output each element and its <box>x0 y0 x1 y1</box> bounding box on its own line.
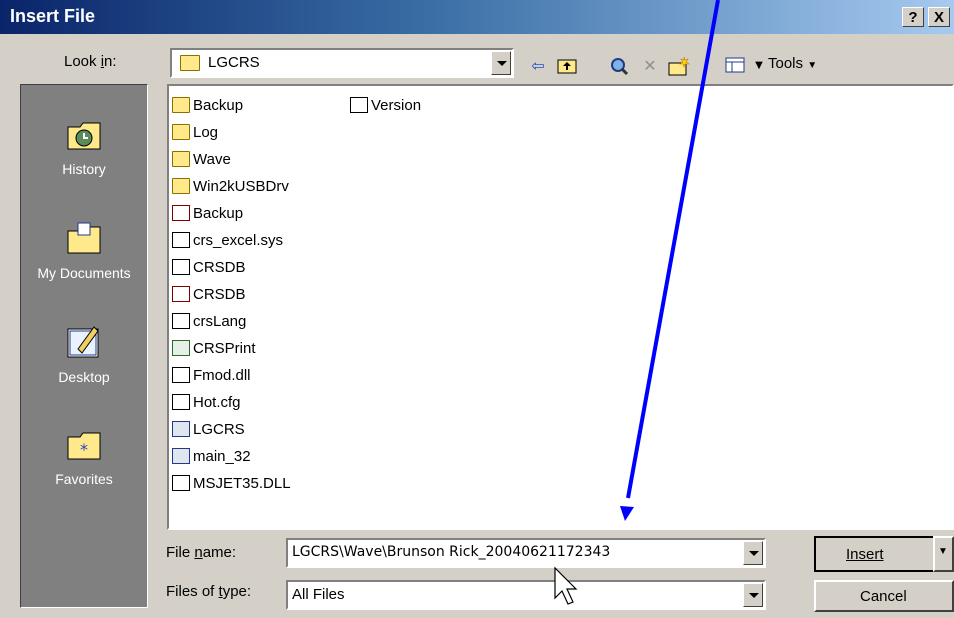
file-name: Wave <box>193 150 231 168</box>
look-in-label: Look in: <box>64 53 117 70</box>
file-name: Fmod.dll <box>193 366 251 384</box>
cancel-label: Cancel <box>860 588 907 605</box>
look-in-value: LGCRS <box>208 54 260 71</box>
data-file-icon <box>172 394 190 410</box>
setup-icon <box>172 340 190 356</box>
file-name: crsLang <box>193 312 247 330</box>
system-file-icon <box>172 367 190 383</box>
list-item[interactable]: CRSPrint <box>172 337 256 359</box>
file-name: Version <box>371 96 422 114</box>
delete-icon[interactable]: ✕ <box>639 56 661 76</box>
create-new-folder-icon[interactable] <box>668 56 690 76</box>
access-db-icon <box>172 286 190 302</box>
list-item[interactable]: Hot.cfg <box>172 391 241 413</box>
place-label: History <box>62 161 106 177</box>
list-item[interactable]: Wave <box>172 148 231 170</box>
list-item[interactable]: crs_excel.sys <box>172 229 283 251</box>
list-item[interactable]: Backup <box>172 94 243 116</box>
file-name: CRSPrint <box>193 339 256 357</box>
data-file-icon <box>172 259 190 275</box>
svg-text:*: * <box>80 440 88 459</box>
insert-options-button[interactable]: ▼ <box>933 536 954 572</box>
tools-chevron-icon: ▼ <box>807 60 818 71</box>
views-dropdown-icon[interactable]: ▼ <box>748 56 770 76</box>
insert-file-dialog: Insert File ? X Look in: LGCRS ⇦ ✕ ▼ Too… <box>0 0 954 618</box>
file-name: CRSDB <box>193 258 246 276</box>
place-label: Desktop <box>58 369 110 385</box>
place-history[interactable]: History <box>21 113 147 177</box>
file-name: Backup <box>193 96 244 114</box>
system-file-icon <box>172 475 190 491</box>
list-item[interactable]: main_32 <box>172 445 251 467</box>
file-name: Log <box>193 123 219 141</box>
tools-label: Tools <box>768 55 804 72</box>
favorites-icon: * <box>67 432 101 460</box>
back-arrow-icon[interactable]: ⇦ <box>527 56 549 76</box>
insert-button[interactable]: Insert <box>814 536 936 572</box>
folder-icon <box>172 151 190 167</box>
tools-menu[interactable]: Tools ▼ <box>768 55 817 72</box>
list-item[interactable]: crsLang <box>172 310 246 332</box>
list-item[interactable]: Win2kUSBDrv <box>172 175 289 197</box>
application-icon <box>172 448 190 464</box>
list-item[interactable]: CRSDB <box>172 256 246 278</box>
close-button[interactable]: X <box>928 7 950 27</box>
help-button[interactable]: ? <box>902 7 924 27</box>
list-item[interactable]: CRSDB <box>172 283 246 305</box>
file-name: Backup <box>193 204 244 222</box>
dialog-title: Insert File <box>10 6 96 26</box>
file-list[interactable]: Backup Log Wave Win2kUSBDrv Backup crs_e… <box>167 84 954 530</box>
desktop-icon <box>67 326 99 358</box>
text-file-icon <box>172 313 190 329</box>
file-name: main_32 <box>193 447 251 465</box>
insert-label: Insert <box>846 546 884 563</box>
file-name: LGCRS <box>193 420 245 438</box>
place-favorites[interactable]: * Favorites <box>21 423 147 487</box>
search-web-icon[interactable] <box>608 56 630 76</box>
folder-icon <box>172 97 190 113</box>
history-icon <box>67 122 101 150</box>
folder-icon <box>172 178 190 194</box>
views-icon[interactable] <box>724 56 746 76</box>
chevron-down-icon[interactable] <box>491 51 511 75</box>
file-type-dropdown[interactable]: All Files <box>286 580 766 610</box>
list-item[interactable]: Log <box>172 121 218 143</box>
folder-icon <box>180 55 200 71</box>
file-type-value: All Files <box>292 586 345 603</box>
list-item[interactable]: LGCRS <box>172 418 245 440</box>
up-one-level-icon[interactable] <box>556 56 578 76</box>
place-label: Favorites <box>55 471 113 487</box>
folder-icon <box>172 124 190 140</box>
application-icon <box>172 421 190 437</box>
text-file-icon <box>350 97 368 113</box>
my-documents-icon <box>67 222 101 254</box>
title-bar[interactable]: Insert File ? X <box>0 0 954 34</box>
file-name: MSJET35.DLL <box>193 474 291 492</box>
chevron-down-icon[interactable] <box>743 541 763 565</box>
place-desktop[interactable]: Desktop <box>21 321 147 385</box>
file-name-label: File name: <box>166 544 237 561</box>
system-file-icon <box>172 232 190 248</box>
file-type-label: Files of type: <box>166 583 252 600</box>
file-name: CRSDB <box>193 285 246 303</box>
file-name: Win2kUSBDrv <box>193 177 289 195</box>
list-item[interactable]: Version <box>350 94 421 116</box>
chevron-down-icon: ▼ <box>938 546 948 557</box>
file-name-value: LGCRS\Wave\Brunson Rick_20040621172343 <box>292 544 611 560</box>
cancel-button[interactable]: Cancel <box>814 580 954 612</box>
chevron-down-icon[interactable] <box>743 583 763 607</box>
list-item[interactable]: MSJET35.DLL <box>172 472 291 494</box>
list-item[interactable]: Backup <box>172 202 243 224</box>
file-name: Hot.cfg <box>193 393 241 411</box>
access-db-icon <box>172 205 190 221</box>
list-item[interactable]: Fmod.dll <box>172 364 251 386</box>
place-label: My Documents <box>37 265 131 281</box>
file-name: crs_excel.sys <box>193 231 284 249</box>
look-in-dropdown[interactable]: LGCRS <box>170 48 514 78</box>
places-bar: History My Documents Desktop * Favorites <box>20 84 148 608</box>
file-name-input[interactable]: LGCRS\Wave\Brunson Rick_20040621172343 <box>286 538 766 568</box>
place-my-documents[interactable]: My Documents <box>21 217 147 281</box>
